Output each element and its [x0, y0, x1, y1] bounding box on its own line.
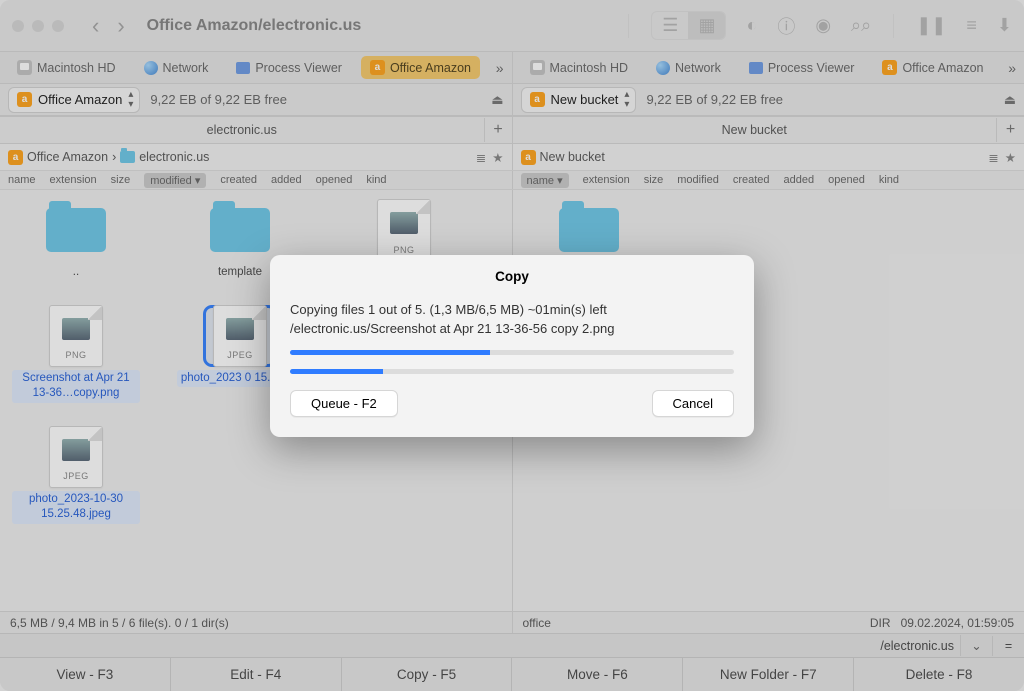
modal-overlay: Copy Copying files 1 out of 5. (1,3 MB/6… [0, 0, 1024, 691]
copy-dialog: Copy Copying files 1 out of 5. (1,3 MB/6… [270, 255, 754, 437]
copy-current-file: /electronic.us/Screenshot at Apr 21 13-3… [290, 321, 734, 336]
queue-button[interactable]: Queue - F2 [290, 390, 398, 417]
progress-total [290, 369, 734, 374]
progress-current [290, 350, 734, 355]
cancel-button[interactable]: Cancel [652, 390, 734, 417]
copy-progress-text: Copying files 1 out of 5. (1,3 MB/6,5 MB… [290, 302, 734, 317]
dialog-title: Copy [290, 269, 734, 284]
